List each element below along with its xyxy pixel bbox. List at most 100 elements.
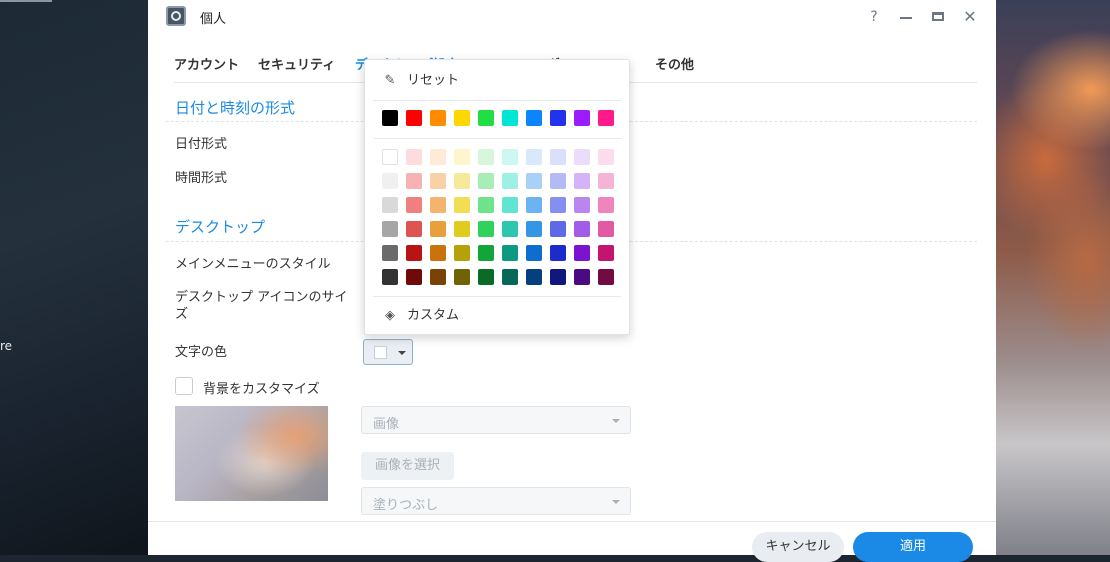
color-swatch-shade[interactable]: [430, 245, 446, 261]
image-type-select[interactable]: 画像: [361, 406, 631, 434]
tab-security[interactable]: セキュリティ: [258, 54, 335, 73]
color-swatch-shade[interactable]: [406, 197, 422, 213]
icon-size-label: デスクトップ アイコンのサイズ: [175, 290, 348, 322]
color-swatch-basic[interactable]: [598, 110, 614, 126]
color-swatch-basic[interactable]: [406, 110, 422, 126]
color-swatch-shade[interactable]: [406, 245, 422, 261]
reset-color-item[interactable]: ✎ リセット: [382, 71, 459, 91]
color-swatch-shade[interactable]: [454, 269, 470, 285]
color-swatch-shade[interactable]: [526, 221, 542, 237]
color-swatch-shade[interactable]: [478, 197, 494, 213]
color-swatch-shade[interactable]: [478, 173, 494, 189]
color-swatch-basic[interactable]: [574, 110, 590, 126]
color-swatch-shade[interactable]: [430, 269, 446, 285]
color-swatch-shade[interactable]: [406, 269, 422, 285]
fill-mode-select[interactable]: 塗りつぶし: [361, 487, 631, 515]
customize-background-checkbox[interactable]: [175, 377, 193, 395]
minimize-button[interactable]: [896, 7, 916, 27]
color-swatch-shade[interactable]: [526, 173, 542, 189]
choose-image-button[interactable]: 画像を選択: [361, 452, 454, 480]
color-swatch-shade[interactable]: [478, 149, 494, 165]
color-swatch-shade[interactable]: [598, 245, 614, 261]
picker-divider: [373, 100, 621, 101]
color-swatch-shade[interactable]: [550, 173, 566, 189]
color-swatch-shade[interactable]: [574, 245, 590, 261]
color-swatch-shade[interactable]: [382, 269, 398, 285]
color-swatch-shade[interactable]: [406, 173, 422, 189]
apply-button[interactable]: 適用: [853, 532, 973, 562]
desktop-edge-text: re: [0, 339, 13, 353]
color-swatch-shade[interactable]: [502, 221, 518, 237]
color-swatch-shade[interactable]: [574, 221, 590, 237]
color-swatch-shade[interactable]: [502, 197, 518, 213]
color-swatch-shade[interactable]: [382, 221, 398, 237]
color-swatch-shade[interactable]: [502, 173, 518, 189]
color-swatch-basic[interactable]: [526, 110, 542, 126]
color-swatch-basic[interactable]: [502, 110, 518, 126]
color-swatch-shade[interactable]: [550, 221, 566, 237]
color-swatch-shade[interactable]: [406, 221, 422, 237]
color-swatch-basic[interactable]: [430, 110, 446, 126]
color-swatch-shade[interactable]: [382, 149, 398, 165]
help-button[interactable]: ?: [864, 7, 884, 27]
color-swatch-shade[interactable]: [454, 245, 470, 261]
color-swatch-shade[interactable]: [502, 245, 518, 261]
taskbar-fragment: [0, 0, 52, 2]
caret-down-icon: [612, 419, 620, 423]
color-swatch-shade[interactable]: [430, 197, 446, 213]
color-swatch-basic[interactable]: [550, 110, 566, 126]
color-swatch-shade[interactable]: [574, 197, 590, 213]
color-swatch-shade[interactable]: [526, 149, 542, 165]
color-swatch-shade[interactable]: [598, 197, 614, 213]
selected-color-swatch: [374, 346, 387, 359]
caret-down-icon: [612, 500, 620, 504]
color-swatch-shade[interactable]: [574, 269, 590, 285]
color-swatch-shade[interactable]: [430, 173, 446, 189]
color-swatch-shade[interactable]: [454, 173, 470, 189]
color-swatch-basic[interactable]: [478, 110, 494, 126]
color-swatch-shade[interactable]: [598, 149, 614, 165]
color-swatch-shade[interactable]: [454, 197, 470, 213]
custom-color-item[interactable]: ◈ カスタム: [382, 306, 459, 326]
color-swatch-shade[interactable]: [406, 149, 422, 165]
color-swatch-shade[interactable]: [478, 245, 494, 261]
tab-other[interactable]: その他: [655, 54, 694, 73]
color-swatch-shade[interactable]: [502, 269, 518, 285]
color-swatch-shade[interactable]: [454, 221, 470, 237]
tab-account[interactable]: アカウント: [174, 54, 239, 73]
color-swatch-shade[interactable]: [430, 149, 446, 165]
color-swatch-shade[interactable]: [526, 197, 542, 213]
color-swatch-shade[interactable]: [430, 221, 446, 237]
text-color-dropdown[interactable]: [363, 339, 413, 365]
color-swatch-shade[interactable]: [478, 221, 494, 237]
color-swatch-shade[interactable]: [526, 245, 542, 261]
color-swatch-shade[interactable]: [550, 149, 566, 165]
color-swatch-basic[interactable]: [382, 110, 398, 126]
color-swatch-shade[interactable]: [574, 149, 590, 165]
title-bar[interactable]: 個人 ? ✕: [148, 0, 996, 34]
color-swatch-shade[interactable]: [382, 197, 398, 213]
color-swatch-shade[interactable]: [478, 269, 494, 285]
color-swatch-shade[interactable]: [598, 269, 614, 285]
color-swatch-shade[interactable]: [382, 173, 398, 189]
color-swatch-shade[interactable]: [454, 149, 470, 165]
customize-background-label[interactable]: 背景をカスタマイズ: [203, 378, 320, 397]
cancel-button[interactable]: キャンセル: [752, 532, 844, 562]
color-swatch-basic[interactable]: [454, 110, 470, 126]
color-swatch-shade[interactable]: [550, 245, 566, 261]
close-button[interactable]: ✕: [960, 7, 980, 27]
caret-down-icon: [398, 351, 406, 355]
color-swatch-shade[interactable]: [382, 245, 398, 261]
color-swatch-shade[interactable]: [502, 149, 518, 165]
image-type-select-value: 画像: [373, 417, 400, 432]
color-swatch-shade[interactable]: [598, 173, 614, 189]
color-swatch-shade[interactable]: [598, 221, 614, 237]
color-swatch-shade[interactable]: [574, 173, 590, 189]
desktop-background-right: [996, 0, 1110, 555]
text-color-label: 文字の色: [175, 345, 228, 360]
color-swatch-shade[interactable]: [526, 269, 542, 285]
eraser-icon: ✎: [384, 73, 396, 88]
color-swatch-shade[interactable]: [550, 269, 566, 285]
color-swatch-shade[interactable]: [550, 197, 566, 213]
maximize-button[interactable]: [928, 7, 948, 27]
